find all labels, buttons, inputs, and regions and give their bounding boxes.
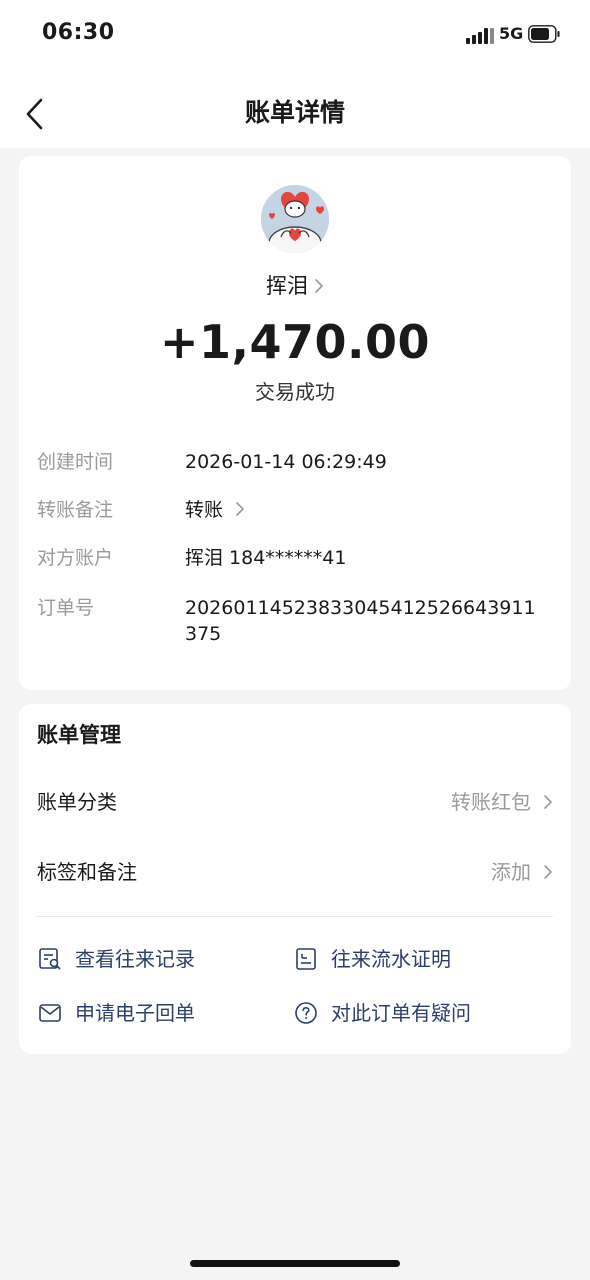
- record-search-icon: [37, 946, 63, 972]
- row-value: 转账红包: [451, 790, 531, 814]
- remark-value-link[interactable]: 转账: [185, 497, 545, 524]
- transaction-status: 交易成功: [255, 380, 335, 404]
- question-circle-icon: [293, 1000, 319, 1026]
- network-label: 5G: [499, 24, 524, 43]
- row-value: 添加: [491, 860, 531, 884]
- tags-remarks-row[interactable]: 标签和备注 添加: [37, 852, 553, 892]
- detail-label: 转账备注: [37, 499, 114, 521]
- statement-icon: [293, 946, 319, 972]
- chevron-right-icon: [544, 795, 552, 809]
- chevron-right-icon: [314, 271, 324, 303]
- bill-management-card: 账单管理 账单分类 转账红包 标签和备注 添加 查看往来记录 往来流水证明 申请…: [19, 704, 571, 1054]
- payer-name: 挥泪: [266, 274, 308, 298]
- statement-proof-button[interactable]: 往来流水证明: [293, 942, 451, 976]
- view-records-button[interactable]: 查看往来记录: [37, 942, 195, 976]
- chevron-right-icon: [544, 865, 552, 879]
- row-label: 标签和备注: [37, 860, 137, 884]
- transaction-detail-card: 挥泪 +1,470.00 交易成功 创建时间 2026-01-14 06:29:…: [19, 156, 571, 690]
- mail-icon: [37, 1000, 63, 1026]
- detail-value: 挥泪 184******41: [185, 547, 347, 569]
- payer-avatar[interactable]: [261, 185, 329, 253]
- order-number: 2026011452383304541252664391​1 375: [185, 595, 545, 647]
- order-number-line: 2026011452383304541252664391​1: [185, 597, 536, 619]
- transaction-amount: +1,470.00: [159, 315, 431, 369]
- detail-label: 创建时间: [37, 451, 114, 473]
- action-label: 往来流水证明: [331, 947, 451, 971]
- detail-label: 订单号: [37, 597, 95, 619]
- section-title: 账单管理: [37, 723, 121, 747]
- divider: [37, 916, 553, 917]
- action-label: 查看往来记录: [75, 947, 195, 971]
- action-label: 对此订单有疑问: [331, 1001, 471, 1025]
- battery-icon: [528, 25, 560, 43]
- home-indicator[interactable]: [190, 1260, 400, 1267]
- signal-icon: [466, 28, 496, 44]
- page-title: 账单详情: [244, 98, 345, 127]
- chevron-right-icon: [235, 498, 245, 524]
- order-number-line: 375: [185, 623, 222, 645]
- detail-label: 对方账户: [37, 547, 114, 569]
- order-question-button[interactable]: 对此订单有疑问: [293, 996, 471, 1030]
- status-time: 06:30: [42, 20, 115, 45]
- heart-hands-avatar: [261, 185, 329, 253]
- detail-value: 2026-01-14 06:29:49: [185, 451, 387, 473]
- e-receipt-button[interactable]: 申请电子回单: [37, 996, 195, 1030]
- action-label: 申请电子回单: [75, 1001, 195, 1025]
- detail-value: 转账: [185, 499, 224, 521]
- payer-name-row[interactable]: 挥泪: [19, 270, 571, 303]
- row-label: 账单分类: [37, 790, 117, 814]
- bill-category-row[interactable]: 账单分类 转账红包: [37, 782, 553, 822]
